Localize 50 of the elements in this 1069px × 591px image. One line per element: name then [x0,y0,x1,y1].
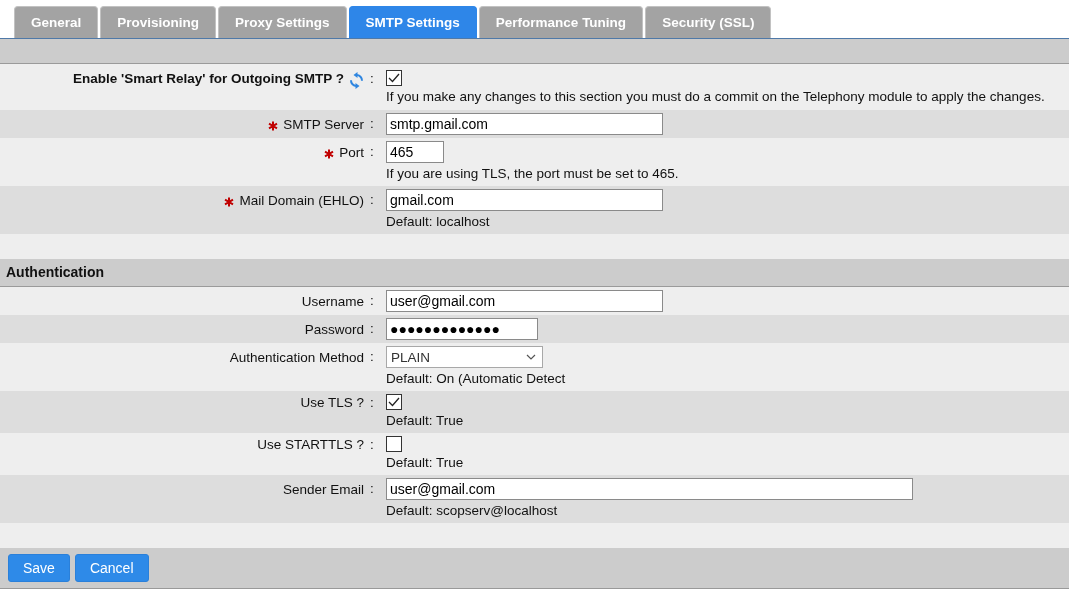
section-header: Authentication [0,259,1069,287]
tab[interactable]: Performance Tuning [478,6,644,38]
text-input[interactable]: gmail.com [386,189,663,211]
action-button[interactable]: Cancel [74,554,149,582]
refresh-icon[interactable] [349,71,364,89]
colon-separator: : [369,143,375,161]
field-label: Authentication Method [229,349,364,365]
tab[interactable]: Proxy Settings [218,6,347,38]
action-button[interactable]: Save [8,554,70,582]
colon-separator: : [369,70,375,87]
hint-text: Default: scopserv@localhost [386,502,558,520]
field-label: Use STARTTLS ? [257,437,364,452]
colon-separator: : [369,394,375,411]
field-label: SMTP Server [283,116,364,132]
field-label: Sender Email [282,481,364,497]
chevron-icon [526,354,536,360]
field-label: Password [304,321,364,337]
tab[interactable]: Provisioning [100,6,217,38]
password-input[interactable]: ●●●●●●●●●●●●● [386,318,538,340]
tab[interactable]: SMTP Settings [348,6,477,38]
text-input[interactable]: smtp.gmail.com [386,113,663,135]
authentication-method-select[interactable]: PLAIN [386,346,543,368]
colon-separator: : [369,115,375,133]
colon-separator: : [369,436,375,453]
hint-text: Default: On (Automatic Detect [386,370,566,388]
tab[interactable]: Security (SSL) [645,6,772,38]
checkbox[interactable] [386,436,402,452]
tab[interactable]: General [14,6,99,38]
hint-text: Default: True [386,412,464,430]
colon-separator: : [369,292,375,310]
checkmark-icon [388,73,400,83]
field-label: Mail Domain (EHLO) [239,192,364,208]
text-input[interactable]: user@gmail.com [386,290,663,312]
checkbox[interactable] [386,70,402,86]
field-label: Port [339,144,364,160]
email-input[interactable]: user@gmail.com [386,478,913,500]
hint-text: Default: localhost [386,213,490,231]
field-label: Username [301,293,364,309]
port-input[interactable]: 465 [386,141,444,163]
hint-text: Default: True [386,454,464,472]
colon-separator: : [369,480,375,498]
colon-separator: : [369,191,375,209]
field-label: Use TLS ? [300,395,364,410]
hint-text: If you are using TLS, the port must be set to 465. [386,165,679,183]
field-label: Enable 'Smart Relay' for Outgoing SMTP ? [73,71,344,86]
checkmark-icon [388,397,400,407]
checkbox[interactable] [386,394,402,410]
colon-separator: : [369,320,375,338]
colon-separator: : [369,348,375,366]
hint-text: If you make any changes to this section you must do a commit on the Telephony module to apply the changes. [386,88,1045,106]
